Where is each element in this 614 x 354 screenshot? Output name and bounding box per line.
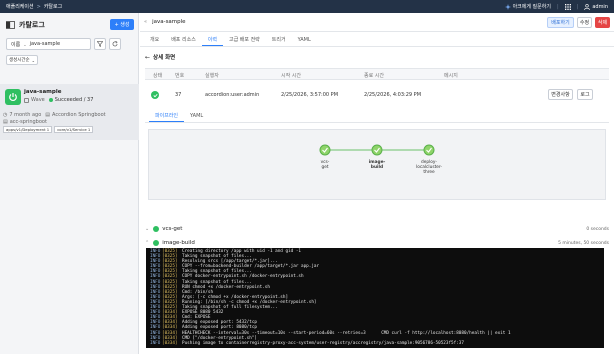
create-button[interactable]: + 생성 xyxy=(110,19,134,30)
checkbox-icon xyxy=(24,97,29,103)
app-status: Succeeded / 37 xyxy=(54,97,94,103)
tab-2[interactable]: 이력 xyxy=(201,34,223,46)
step-name: vcs-get xyxy=(162,226,183,232)
sub-tabs: 파이프라인 YAML xyxy=(149,109,209,122)
delete-button[interactable]: 삭제 xyxy=(595,16,610,28)
repo-icon: ▤ xyxy=(3,119,8,125)
pipeline-node-image-build[interactable] xyxy=(371,144,383,156)
power-icon xyxy=(9,93,17,101)
breadcrumb-catalog[interactable]: 카탈로그 xyxy=(44,3,62,10)
sparkle-icon xyxy=(504,3,511,10)
app-card[interactable]: java-sample Wave Succeeded / 37 ◷ 7 mont… xyxy=(0,84,139,140)
success-check-icon xyxy=(153,226,160,232)
step-image-build[interactable]: ⌃ image-build 5 minutes, 50 seconds xyxy=(145,238,609,248)
log-text: Pushing image to containerregistry-proxy… xyxy=(182,340,464,346)
pipeline-node-vcs-get[interactable] xyxy=(319,144,331,156)
column-header: 시작 시간 xyxy=(281,73,301,79)
resource-badge: core/v1/Service 1 xyxy=(54,126,94,133)
chevron-down-icon: ⌄ xyxy=(31,57,36,63)
filter-select[interactable]: 이름 xyxy=(11,41,20,48)
pipeline-node-deploy[interactable] xyxy=(423,144,435,156)
sort-select[interactable]: 생성시간순 ⌄ xyxy=(6,55,38,65)
resource-badge: apps/v1/Deployment 1 xyxy=(3,126,53,133)
run-runner: accordion:user:admin xyxy=(205,92,260,98)
step-name: image-build xyxy=(162,240,195,246)
user-menu[interactable]: admin xyxy=(584,4,608,10)
sidebar-title: 카탈로그 xyxy=(19,20,45,29)
success-check-icon xyxy=(153,240,160,246)
log-line: INFO [0334] Pushing image to containerregi… xyxy=(150,341,600,346)
log-level: INFO xyxy=(150,340,161,346)
detail-title: java-sample xyxy=(152,19,186,25)
logs-button[interactable]: 로그 xyxy=(577,89,593,100)
sub-tab-0[interactable]: 파이프라인 xyxy=(149,110,185,122)
run-number: 37 xyxy=(175,92,182,98)
deploy-button[interactable]: 배포하기 xyxy=(547,16,574,28)
app-tag: Wave xyxy=(31,97,45,103)
step-vcs-get[interactable]: ⌄ vcs-get 0 seconds xyxy=(145,224,609,234)
topbar-separator: | xyxy=(556,3,559,10)
clock-icon: ◷ xyxy=(3,112,8,118)
ask-ai-label: 아크에게 질문하기 xyxy=(512,4,551,10)
book-icon xyxy=(6,20,15,29)
changes-button[interactable]: 변경사항 xyxy=(548,89,573,100)
search-input[interactable]: java-sample xyxy=(30,41,60,47)
refresh-icon xyxy=(112,41,118,47)
pipeline-node-label: image- build xyxy=(368,160,386,170)
pipeline-node-label: deploy- localcluster- three xyxy=(416,160,442,175)
collapse-sidebar-icon[interactable]: « xyxy=(144,19,147,25)
tab-5[interactable]: YAML xyxy=(292,34,317,46)
top-bar: 애플리케이션 > 카탈로그 아크에게 질문하기 | | admin xyxy=(0,0,614,13)
status-dot xyxy=(48,98,53,102)
back-link[interactable]: ← 상세 화면 xyxy=(145,53,176,62)
app-repo: acc-springboot xyxy=(9,119,47,125)
breadcrumb-applications[interactable]: 애플리케이션 xyxy=(6,3,34,10)
chevron-down-icon: ⌃ xyxy=(145,240,150,246)
sub-tab-1[interactable]: YAML xyxy=(184,110,209,122)
catalog-sidebar: 카탈로그 + 생성 이름 ⌄ java-sample 생성시간순 ⌄ java-… xyxy=(0,13,139,354)
filter-button[interactable] xyxy=(94,38,106,50)
column-header: 종료 시간 xyxy=(364,73,384,79)
tab-1[interactable]: 배포 리소스 xyxy=(165,34,202,46)
edit-button[interactable]: 수정 xyxy=(577,16,592,28)
tab-0[interactable]: 개요 xyxy=(144,34,165,46)
chevron-down-icon: ⌄ xyxy=(23,41,27,47)
log-time: [0334] xyxy=(162,340,178,346)
pipeline-node-label: vcs- get xyxy=(320,160,330,170)
column-header: 메시지 xyxy=(444,73,458,79)
table-row[interactable]: 37 accordion:user:admin 2/25/2026, 3:57:… xyxy=(145,87,609,103)
column-header: 번호 xyxy=(175,73,185,79)
sort-label: 생성시간순 xyxy=(8,58,30,63)
detail-tabs: 개요 배포 리소스 이력 고급 배포 전략 트리거 YAML xyxy=(144,33,317,46)
column-header: 상태 xyxy=(153,73,163,79)
pipeline-graph: vcs- get image- build deploy- localcluster… xyxy=(148,129,606,200)
ask-ai-button[interactable]: 아크에게 질문하기 xyxy=(504,3,551,10)
grid-icon[interactable] xyxy=(564,3,571,10)
run-end-time: 2/25/2026, 4:03:29 PM xyxy=(364,92,422,98)
framework-icon: ▤ xyxy=(45,112,50,118)
step-duration: 0 seconds xyxy=(586,226,609,232)
app-status-icon xyxy=(5,89,21,105)
tab-4[interactable]: 트리거 xyxy=(266,34,292,46)
history-table-header: 상태 번호 실행자 시작 시간 종료 시간 메시지 xyxy=(145,68,609,80)
run-start-time: 2/25/2026, 3:57:00 PM xyxy=(281,92,339,98)
user-name: admin xyxy=(592,3,608,10)
success-check-icon xyxy=(151,91,159,99)
chevron-down-icon: ⌄ xyxy=(145,226,150,232)
search-box[interactable]: 이름 ⌄ java-sample xyxy=(6,38,91,50)
user-icon xyxy=(584,3,591,10)
breadcrumb-separator: > xyxy=(36,3,41,10)
arrow-left-icon: ← xyxy=(145,53,151,61)
build-log[interactable]: INFO [0325] Creating directory /app with u… xyxy=(146,248,604,348)
app-framework: Accordion Springboot xyxy=(52,112,106,118)
column-header: 실행자 xyxy=(205,73,219,79)
app-name: java-sample xyxy=(24,89,62,95)
app-time: 7 month ago xyxy=(9,112,42,118)
back-label: 상세 화면 xyxy=(153,55,176,61)
refresh-button[interactable] xyxy=(109,38,121,50)
step-duration: 5 minutes, 50 seconds xyxy=(558,240,609,246)
filter-icon xyxy=(97,41,103,47)
tab-3[interactable]: 고급 배포 전략 xyxy=(223,34,266,46)
topbar-separator: | xyxy=(576,3,579,10)
